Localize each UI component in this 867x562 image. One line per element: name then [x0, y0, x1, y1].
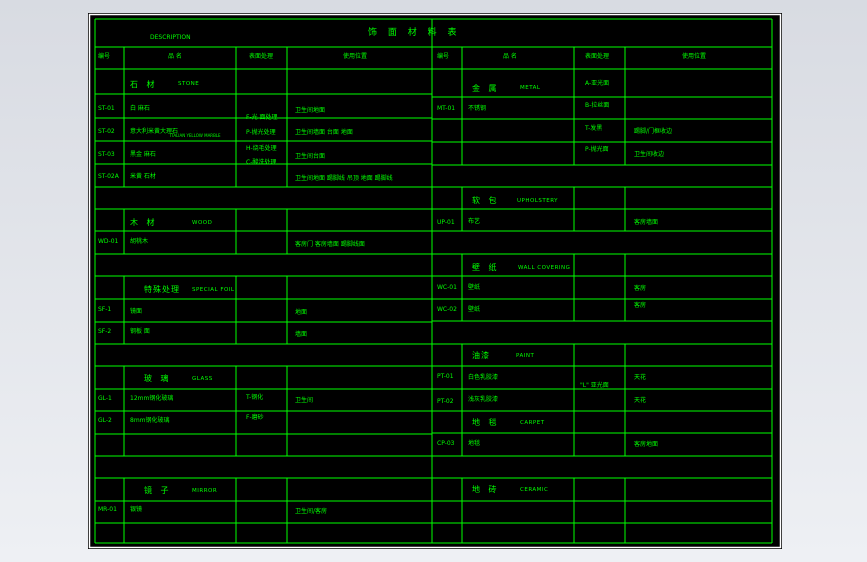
mirror-section-title: 镜 子 — [144, 486, 172, 495]
wallcovering-code-1: WC-01 — [437, 284, 457, 291]
table-grid — [88, 13, 782, 549]
paint-code-2: PT-02 — [437, 398, 454, 405]
carpet-name-1: 地毯 — [468, 440, 481, 447]
mirror-code-1: MR-01 — [98, 506, 117, 513]
wood-name-1: 胡桃木 — [130, 238, 149, 245]
metal-section-en: METAL — [520, 85, 541, 91]
glass-usage-1: 卫生间 — [295, 397, 314, 404]
left-header-code: 编号 — [98, 53, 111, 60]
glass-code-2: GL-2 — [98, 417, 112, 424]
metal-finish-1: A-亚光面 — [585, 80, 610, 87]
wood-section-en: WOOD — [192, 220, 213, 226]
right-header-usage: 使用位置 — [682, 53, 707, 60]
metal-usage-4: 卫生间收边 — [634, 151, 665, 158]
wood-usage-1: 客房门 客房墙面 踢脚线面 — [295, 241, 365, 248]
glass-section-en: GLASS — [192, 376, 213, 382]
metal-code-1: MT-01 — [437, 105, 456, 112]
wood-section-title: 木 材 — [130, 218, 158, 227]
stone-code-3: ST-03 — [98, 151, 115, 158]
ceramic-section-title: 地 砖 — [472, 485, 500, 494]
upholstery-section-title: 软 包 — [472, 196, 500, 205]
drawing-sheet: DESCRIPTION 饰 面 材 料 表 编号 品 名 表面处理 使用位置 编… — [88, 13, 782, 549]
upholstery-name-1: 布艺 — [468, 218, 481, 225]
left-header-name: 品 名 — [168, 53, 182, 60]
paint-usage-1: 天花 — [634, 374, 647, 381]
mirror-section-en: MIRROR — [192, 488, 218, 494]
special-usage-2: 墙面 — [295, 331, 308, 338]
upholstery-section-en: UPHOLSTERY — [517, 198, 559, 204]
special-usage-1: 地面 — [295, 309, 308, 316]
wallcovering-name-2: 壁纸 — [468, 306, 481, 313]
metal-name-1: 不锈钢 — [468, 105, 487, 112]
wallcovering-section-en: WALL COVERING — [518, 265, 571, 271]
special-section-en: SPECIAL FOIL — [192, 287, 235, 293]
glass-name-2: 8mm钢化玻璃 — [130, 417, 170, 424]
special-name-1: 镜面 — [130, 308, 143, 315]
stone-note-2: ITALIAN YELLOW MARBLE — [170, 133, 221, 138]
metal-finish-3: T-发黑 — [585, 125, 603, 132]
wallcovering-usage-2: 客房 — [634, 302, 647, 309]
paint-section-en: PAINT — [516, 353, 535, 359]
stone-finish-2: P-抛光处理 — [246, 129, 276, 136]
stone-finish-1: F-光 面处理 — [246, 114, 278, 121]
mirror-name-1: 银镜 — [130, 506, 143, 513]
wallcovering-usage-1: 客房 — [634, 285, 647, 292]
special-name-2: 钢板 面 — [130, 328, 150, 335]
stone-code-2: ST-02 — [98, 128, 115, 135]
carpet-code-1: CP-03 — [437, 440, 455, 447]
carpet-usage-1: 客房地面 — [634, 441, 659, 448]
glass-name-1: 12mm钢化玻璃 — [130, 395, 174, 402]
carpet-section-en: CARPET — [520, 420, 545, 426]
upholstery-code-1: UP-01 — [437, 219, 455, 226]
upholstery-usage-1: 客房墙面 — [634, 219, 659, 226]
glass-code-1: GL-1 — [98, 395, 112, 402]
left-header-finish: 表面处理 — [249, 53, 274, 60]
stone-code-4: ST-02A — [98, 173, 119, 180]
wallcovering-section-title: 壁 纸 — [472, 263, 500, 272]
special-code-1: SF-1 — [98, 306, 112, 313]
stone-name-4: 米黄 石材 — [130, 173, 156, 180]
ceramic-section-en: CERAMIC — [520, 487, 549, 493]
description-label: DESCRIPTION — [150, 34, 191, 41]
stone-usage-3: 卫生间台面 — [295, 153, 326, 160]
stone-section-title: 石 材 — [130, 80, 158, 89]
left-header-usage: 使用位置 — [343, 53, 368, 60]
right-header-code: 编号 — [437, 53, 450, 60]
stone-finish-4: C-酸洗处理 — [246, 159, 277, 166]
right-header-name: 品 名 — [503, 53, 517, 60]
paint-finish: "L" 亚光面 — [580, 382, 609, 389]
wallcovering-code-2: WC-02 — [437, 306, 457, 313]
metal-finish-2: B-拉丝面 — [585, 102, 610, 109]
glass-finish-1: T-钢化 — [246, 394, 264, 401]
paint-name-1: 白色乳胶漆 — [468, 374, 499, 381]
stone-finish-3: H-烧毛处理 — [246, 145, 277, 152]
wallcovering-name-1: 壁纸 — [468, 284, 481, 291]
glass-finish-2: F-磨砂 — [246, 414, 264, 421]
stone-name-1: 白 麻石 — [130, 105, 150, 112]
right-header-finish: 表面处理 — [585, 53, 610, 60]
metal-section-title: 金 属 — [472, 84, 500, 93]
paint-usage-2: 天花 — [634, 397, 647, 404]
metal-usage-3: 踢脚/门框收边 — [634, 128, 673, 135]
stone-usage-1: 卫生间地面 — [295, 107, 326, 114]
special-section-title: 特殊处理 — [144, 285, 180, 294]
stone-usage-4: 卫生间地面 踢脚线 吊顶 地面 踢脚线 — [295, 175, 393, 182]
wood-code-1: WD-01 — [98, 238, 119, 245]
sheet-title: 饰 面 材 料 表 — [368, 28, 461, 38]
paint-code-1: PT-01 — [437, 373, 454, 380]
mirror-usage-1: 卫生间/客房 — [295, 508, 328, 515]
paint-name-2: 浅灰乳胶漆 — [468, 396, 499, 403]
stone-section-en: STONE — [178, 81, 200, 87]
special-code-2: SF-2 — [98, 328, 112, 335]
metal-finish-4: P-抛光面 — [585, 146, 609, 153]
paint-section-title: 油漆 — [472, 351, 490, 360]
glass-section-title: 玻 璃 — [144, 374, 172, 383]
stone-usage-2: 卫生间墙面 台面 地面 — [295, 129, 353, 136]
carpet-section-title: 地 毯 — [472, 418, 500, 427]
stone-code-1: ST-01 — [98, 105, 115, 112]
stone-name-3: 黑金 麻石 — [130, 151, 156, 158]
